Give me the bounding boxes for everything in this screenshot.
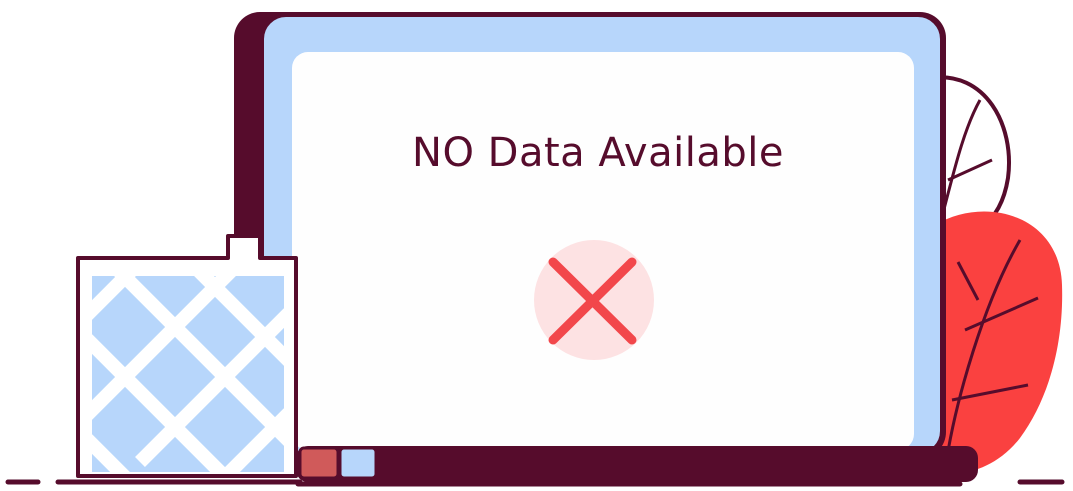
no-data-message: NO Data Available: [412, 130, 784, 176]
laptop-base: [296, 446, 978, 482]
leaf-icon: [935, 211, 1063, 473]
empty-state-illustration: [5, 12, 1065, 487]
ground-line: [5, 479, 1065, 487]
error-x-icon: [534, 240, 654, 360]
